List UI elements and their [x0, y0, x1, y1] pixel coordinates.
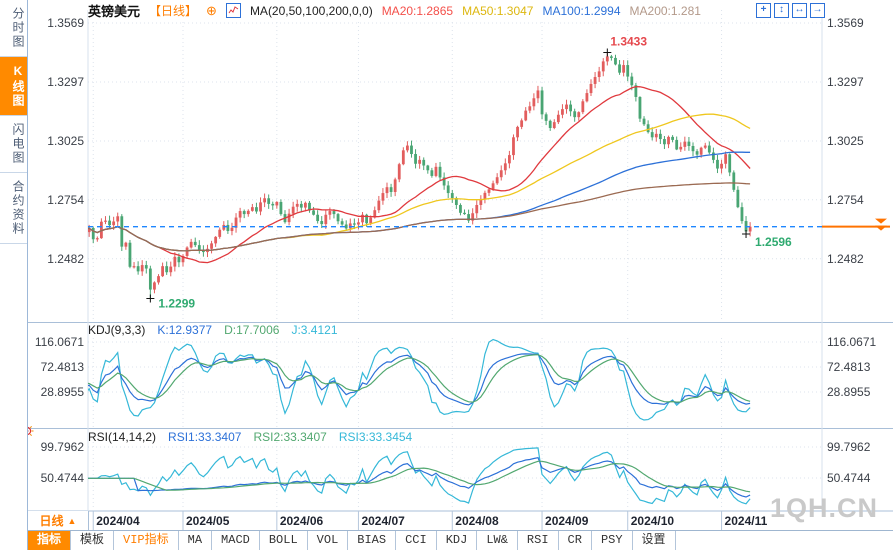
svg-text:1.3025: 1.3025 — [47, 134, 84, 148]
svg-text:99.7962: 99.7962 — [41, 440, 85, 454]
kline-mini-icon[interactable] — [225, 3, 241, 18]
header-icons: + ↕ ↔ → — [756, 3, 825, 18]
svg-text:2024/06: 2024/06 — [280, 514, 324, 528]
tab-psy[interactable]: PSY — [592, 531, 633, 550]
symbol-title: 英镑美元 — [88, 4, 141, 19]
kdj-k-readout: K:12.9377 — [157, 323, 213, 337]
ma20-readout: MA20:1.2865 — [381, 3, 454, 18]
tab-macd[interactable]: MACD — [212, 531, 260, 550]
tab-kdj[interactable]: KDJ — [437, 531, 478, 550]
svg-text:99.7962: 99.7962 — [827, 440, 871, 454]
svg-text:1.2482: 1.2482 — [827, 252, 864, 266]
svg-text:50.4744: 50.4744 — [41, 471, 85, 485]
crosshair-icon[interactable]: + — [756, 3, 771, 18]
period-tag: 【日线】 — [149, 4, 198, 18]
sidebar-item-kline-chart[interactable]: K线图 — [0, 57, 27, 116]
svg-text:1.3025: 1.3025 — [827, 134, 864, 148]
rsi1-readout: RSI1:33.3407 — [168, 430, 242, 444]
rsi3-readout: RSI3:33.3454 — [338, 430, 413, 444]
svg-text:1.3569: 1.3569 — [47, 16, 84, 30]
period-selector[interactable]: 日线 ▲ — [28, 511, 89, 530]
svg-text:1.2754: 1.2754 — [47, 193, 84, 207]
chart-header: 英镑美元 【日线】 ⊕ MA(20,50,100,200,0,0) MA20:1… — [88, 2, 705, 19]
sidebar-item-lightning-chart[interactable]: 闪电图 — [0, 116, 27, 173]
tab-settings[interactable]: 设置 — [633, 531, 676, 550]
add-indicator-icon[interactable]: ⊕ — [206, 3, 217, 19]
pan-right-icon[interactable]: → — [810, 3, 825, 18]
svg-text:28.8955: 28.8955 — [41, 385, 85, 399]
kdj-j-readout: J:3.4121 — [291, 323, 338, 337]
rsi-params-label: RSI(14,14,2) — [88, 430, 157, 444]
triangle-up-icon: ▲ — [67, 515, 77, 526]
tab-indicators[interactable]: 指标 — [28, 531, 72, 550]
tab-templates[interactable]: 模板 — [71, 531, 115, 550]
period-selector-label: 日线 — [39, 514, 64, 528]
svg-text:2024/05: 2024/05 — [186, 514, 230, 528]
svg-text:1.2754: 1.2754 — [827, 193, 864, 207]
kdj-params-label: KDJ(9,3,3) — [88, 323, 146, 337]
svg-text:2024/08: 2024/08 — [455, 514, 499, 528]
svg-text:1.3297: 1.3297 — [47, 75, 84, 89]
tab-bias[interactable]: BIAS — [348, 531, 397, 550]
sidebar-item-time-share-chart[interactable]: 分时图 — [0, 0, 27, 57]
svg-text:2024/11: 2024/11 — [725, 514, 768, 528]
svg-text:2024/09: 2024/09 — [545, 514, 589, 528]
svg-text:1.3297: 1.3297 — [827, 75, 864, 89]
svg-text:50.4744: 50.4744 — [827, 471, 871, 485]
svg-text:116.0671: 116.0671 — [827, 335, 876, 349]
svg-text:1.3569: 1.3569 — [827, 16, 864, 30]
svg-text:72.4813: 72.4813 — [41, 360, 85, 374]
svg-text:116.0671: 116.0671 — [35, 335, 84, 349]
tab-cr[interactable]: CR — [559, 531, 592, 550]
tab-lwr[interactable]: LW& — [477, 531, 518, 550]
svg-text:2024/10: 2024/10 — [631, 514, 675, 528]
kdj-d-readout: D:17.7006 — [224, 323, 280, 337]
tab-vip-indicators[interactable]: VIP指标 — [114, 531, 179, 550]
zoom-vertical-icon[interactable]: ↕ — [774, 3, 789, 18]
tab-cci[interactable]: CCI — [396, 531, 437, 550]
left-sidebar: 分时图 K线图 闪电图 合约资料 — [0, 0, 28, 550]
svg-text:2024/07: 2024/07 — [361, 514, 405, 528]
rsi-header: RSI(14,14,2) RSI1:33.3407 RSI2:33.3407 R… — [88, 430, 412, 444]
svg-text:1.2482: 1.2482 — [47, 252, 84, 266]
svg-text:72.4813: 72.4813 — [827, 360, 871, 374]
tab-boll[interactable]: BOLL — [260, 531, 308, 550]
zoom-horizontal-icon[interactable]: ↔ — [792, 3, 807, 18]
svg-text:2024/04: 2024/04 — [96, 514, 140, 528]
ma-params-label: MA(20,50,100,200,0,0) — [249, 3, 373, 18]
bottom-toolbar: 指标 模板 VIP指标 MA MACD BOLL VOL BIAS CCI KDJ LW& RSI CR… — [28, 530, 893, 550]
tab-rsi[interactable]: RSI — [518, 531, 559, 550]
kdj-header: KDJ(9,3,3) K:12.9377 D:17.7006 J:3.4121 — [88, 323, 338, 337]
svg-text:28.8955: 28.8955 — [827, 385, 871, 399]
tab-vol[interactable]: VOL — [308, 531, 349, 550]
ma200-readout: MA200:1.281 — [629, 3, 701, 18]
sidebar-item-contract-info[interactable]: 合约资料 — [0, 173, 27, 244]
trading-terminal-window: 1.3569 1.3569 1.3297 1.3297 1.3025 1.3025 1.27… — [0, 0, 893, 550]
rsi2-readout: RSI2:33.3407 — [253, 430, 327, 444]
chart-canvas[interactable]: 1.3569 1.3569 1.3297 1.3297 1.3025 1.3025 1.27… — [0, 0, 893, 550]
tab-ma[interactable]: MA — [179, 531, 213, 550]
ma50-readout: MA50:1.3047 — [462, 3, 534, 18]
ma100-readout: MA100:1.2994 — [542, 3, 621, 18]
